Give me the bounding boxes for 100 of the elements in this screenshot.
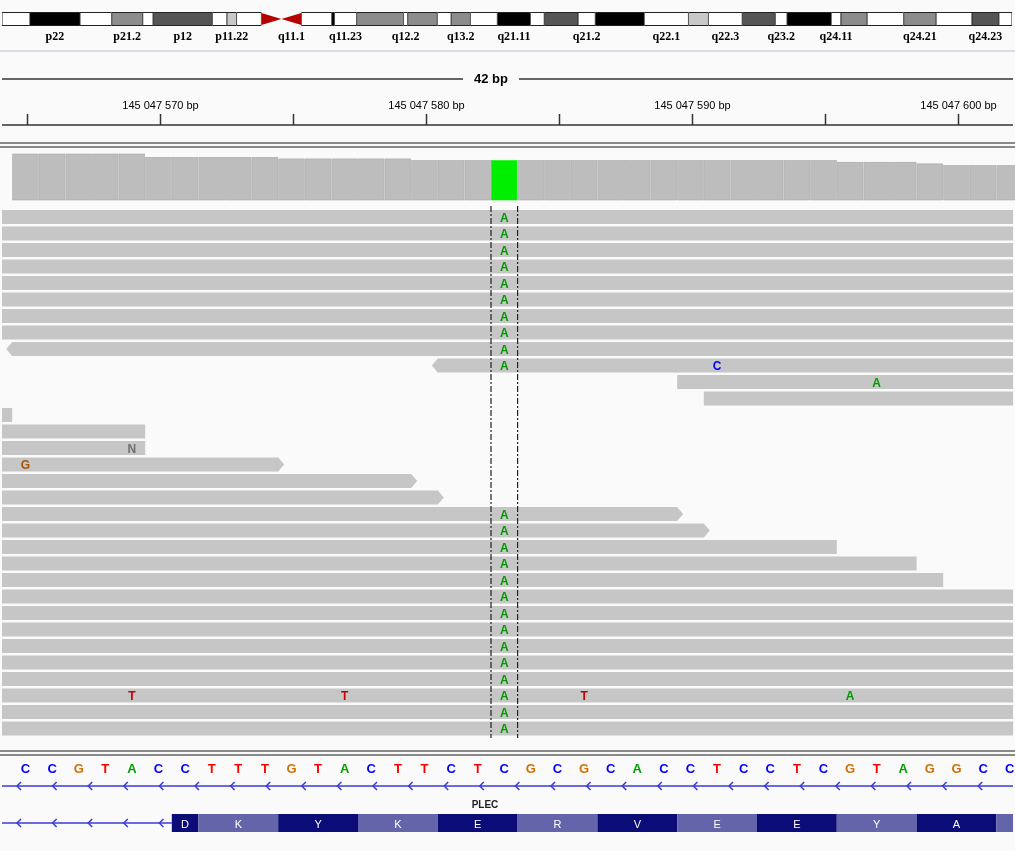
mismatch-base: T bbox=[128, 689, 136, 703]
coverage-bar bbox=[571, 160, 598, 201]
reference-base: T bbox=[207, 761, 216, 776]
coverage-bar bbox=[331, 158, 358, 201]
chromosome-band[interactable] bbox=[404, 13, 408, 25]
transcript-line[interactable] bbox=[1, 818, 173, 828]
reference-base: T bbox=[393, 761, 402, 776]
chromosome-band[interactable] bbox=[999, 13, 1012, 25]
band-label: q21.2 bbox=[572, 29, 601, 43]
mismatch-base: A bbox=[499, 342, 509, 357]
sequence-read[interactable] bbox=[2, 292, 1013, 307]
amino-acid-label: R bbox=[553, 817, 562, 830]
coverage-bar bbox=[198, 157, 225, 201]
sequence-read[interactable] bbox=[703, 391, 1013, 406]
position-label: 145 047 590 bp bbox=[654, 99, 731, 111]
reference-base: T bbox=[473, 761, 482, 776]
chromosome-band[interactable] bbox=[936, 13, 972, 25]
mismatch-base: A bbox=[499, 243, 509, 258]
sequence-read[interactable] bbox=[2, 705, 1013, 719]
mismatch-base: A bbox=[499, 524, 509, 538]
amino-acid-label: D bbox=[181, 817, 190, 830]
amino-acid-label: E bbox=[793, 817, 801, 830]
mismatch-base: A bbox=[499, 639, 509, 654]
coverage-bar bbox=[118, 153, 145, 201]
sequence-read[interactable] bbox=[2, 441, 146, 455]
sequence-read[interactable] bbox=[2, 507, 684, 521]
chromosome-band[interactable] bbox=[301, 13, 332, 25]
sequence-read[interactable] bbox=[431, 358, 1013, 373]
coverage-bar bbox=[65, 153, 92, 201]
sequence-read[interactable] bbox=[6, 342, 1013, 356]
chromosome-band[interactable] bbox=[332, 13, 335, 25]
sequence-read[interactable] bbox=[2, 672, 1013, 686]
sequence-read[interactable] bbox=[2, 688, 1013, 703]
codon-block[interactable] bbox=[171, 814, 199, 832]
coverage-bar bbox=[650, 160, 677, 201]
sequence-read[interactable] bbox=[2, 573, 944, 587]
sequence-read[interactable] bbox=[2, 309, 1013, 323]
sequence-read[interactable] bbox=[2, 540, 837, 554]
band-label: p22 bbox=[45, 29, 65, 43]
reference-base: C bbox=[20, 761, 31, 776]
coverage-bar bbox=[624, 160, 651, 201]
sequence-read[interactable] bbox=[2, 226, 1013, 241]
sequence-read[interactable] bbox=[2, 243, 1013, 257]
mismatch-base: A bbox=[499, 573, 509, 588]
sequence-read[interactable] bbox=[2, 523, 710, 538]
coverage-bar bbox=[358, 158, 385, 201]
chromosome-band[interactable] bbox=[470, 13, 497, 25]
reference-base: T bbox=[792, 761, 801, 776]
chromosome-band[interactable] bbox=[227, 13, 237, 25]
reference-base: A bbox=[127, 761, 137, 776]
mismatch-base: T bbox=[341, 689, 349, 703]
sequence-read[interactable] bbox=[2, 622, 1013, 637]
sequence-read[interactable] bbox=[2, 556, 917, 571]
sequence-read[interactable] bbox=[2, 655, 1013, 670]
sequence-read[interactable] bbox=[2, 639, 1013, 653]
coverage-bar bbox=[145, 157, 172, 201]
chromosome-band[interactable] bbox=[2, 13, 30, 25]
coverage-bar bbox=[837, 161, 864, 201]
sequence-read[interactable] bbox=[2, 276, 1013, 290]
sequence-read[interactable] bbox=[2, 589, 1013, 604]
reference-base: G bbox=[286, 761, 297, 776]
chromosome-band[interactable] bbox=[867, 13, 904, 25]
coverage-bar bbox=[438, 160, 465, 201]
mismatch-base: C bbox=[712, 359, 722, 373]
mismatch-base: A bbox=[499, 260, 509, 274]
mismatch-base: A bbox=[499, 227, 509, 241]
mismatch-base: A bbox=[499, 326, 509, 340]
sequence-read[interactable] bbox=[2, 408, 13, 422]
band-label: q22.3 bbox=[711, 29, 740, 43]
chromosome-band[interactable] bbox=[644, 13, 688, 25]
reference-base: C bbox=[739, 761, 749, 776]
chromosome-band[interactable] bbox=[708, 13, 742, 25]
chromosome-band[interactable] bbox=[80, 13, 112, 25]
mismatch-base: A bbox=[499, 309, 509, 324]
mismatch-base: A bbox=[499, 656, 509, 670]
sequence-read[interactable] bbox=[2, 259, 1013, 274]
reference-base: C bbox=[659, 761, 669, 776]
chromosome-band[interactable] bbox=[831, 13, 841, 25]
chromosome-band[interactable] bbox=[335, 13, 357, 25]
transcript-line[interactable] bbox=[1, 781, 1014, 791]
reference-base: G bbox=[525, 761, 536, 776]
mismatch-base: A bbox=[499, 293, 509, 307]
reference-base: C bbox=[765, 761, 775, 776]
sequence-read[interactable] bbox=[2, 606, 1013, 620]
sequence-read[interactable] bbox=[2, 325, 1013, 340]
coverage-bar bbox=[544, 160, 571, 201]
reference-base: G bbox=[73, 761, 84, 776]
band-label: q24.23 bbox=[968, 29, 1003, 43]
chromosome-band[interactable] bbox=[775, 13, 787, 25]
sequence-read[interactable] bbox=[2, 457, 285, 472]
reference-base: T bbox=[872, 761, 881, 776]
mismatch-base: A bbox=[499, 672, 509, 687]
sequence-read[interactable] bbox=[677, 375, 1013, 389]
sequence-read[interactable] bbox=[2, 474, 418, 488]
sequence-read[interactable] bbox=[2, 490, 444, 505]
sequence-read[interactable] bbox=[2, 424, 146, 439]
sequence-read[interactable] bbox=[2, 721, 1013, 736]
reference-base: C bbox=[180, 761, 190, 776]
band-label: p11.22 bbox=[215, 29, 249, 43]
sequence-read[interactable] bbox=[2, 210, 1013, 224]
